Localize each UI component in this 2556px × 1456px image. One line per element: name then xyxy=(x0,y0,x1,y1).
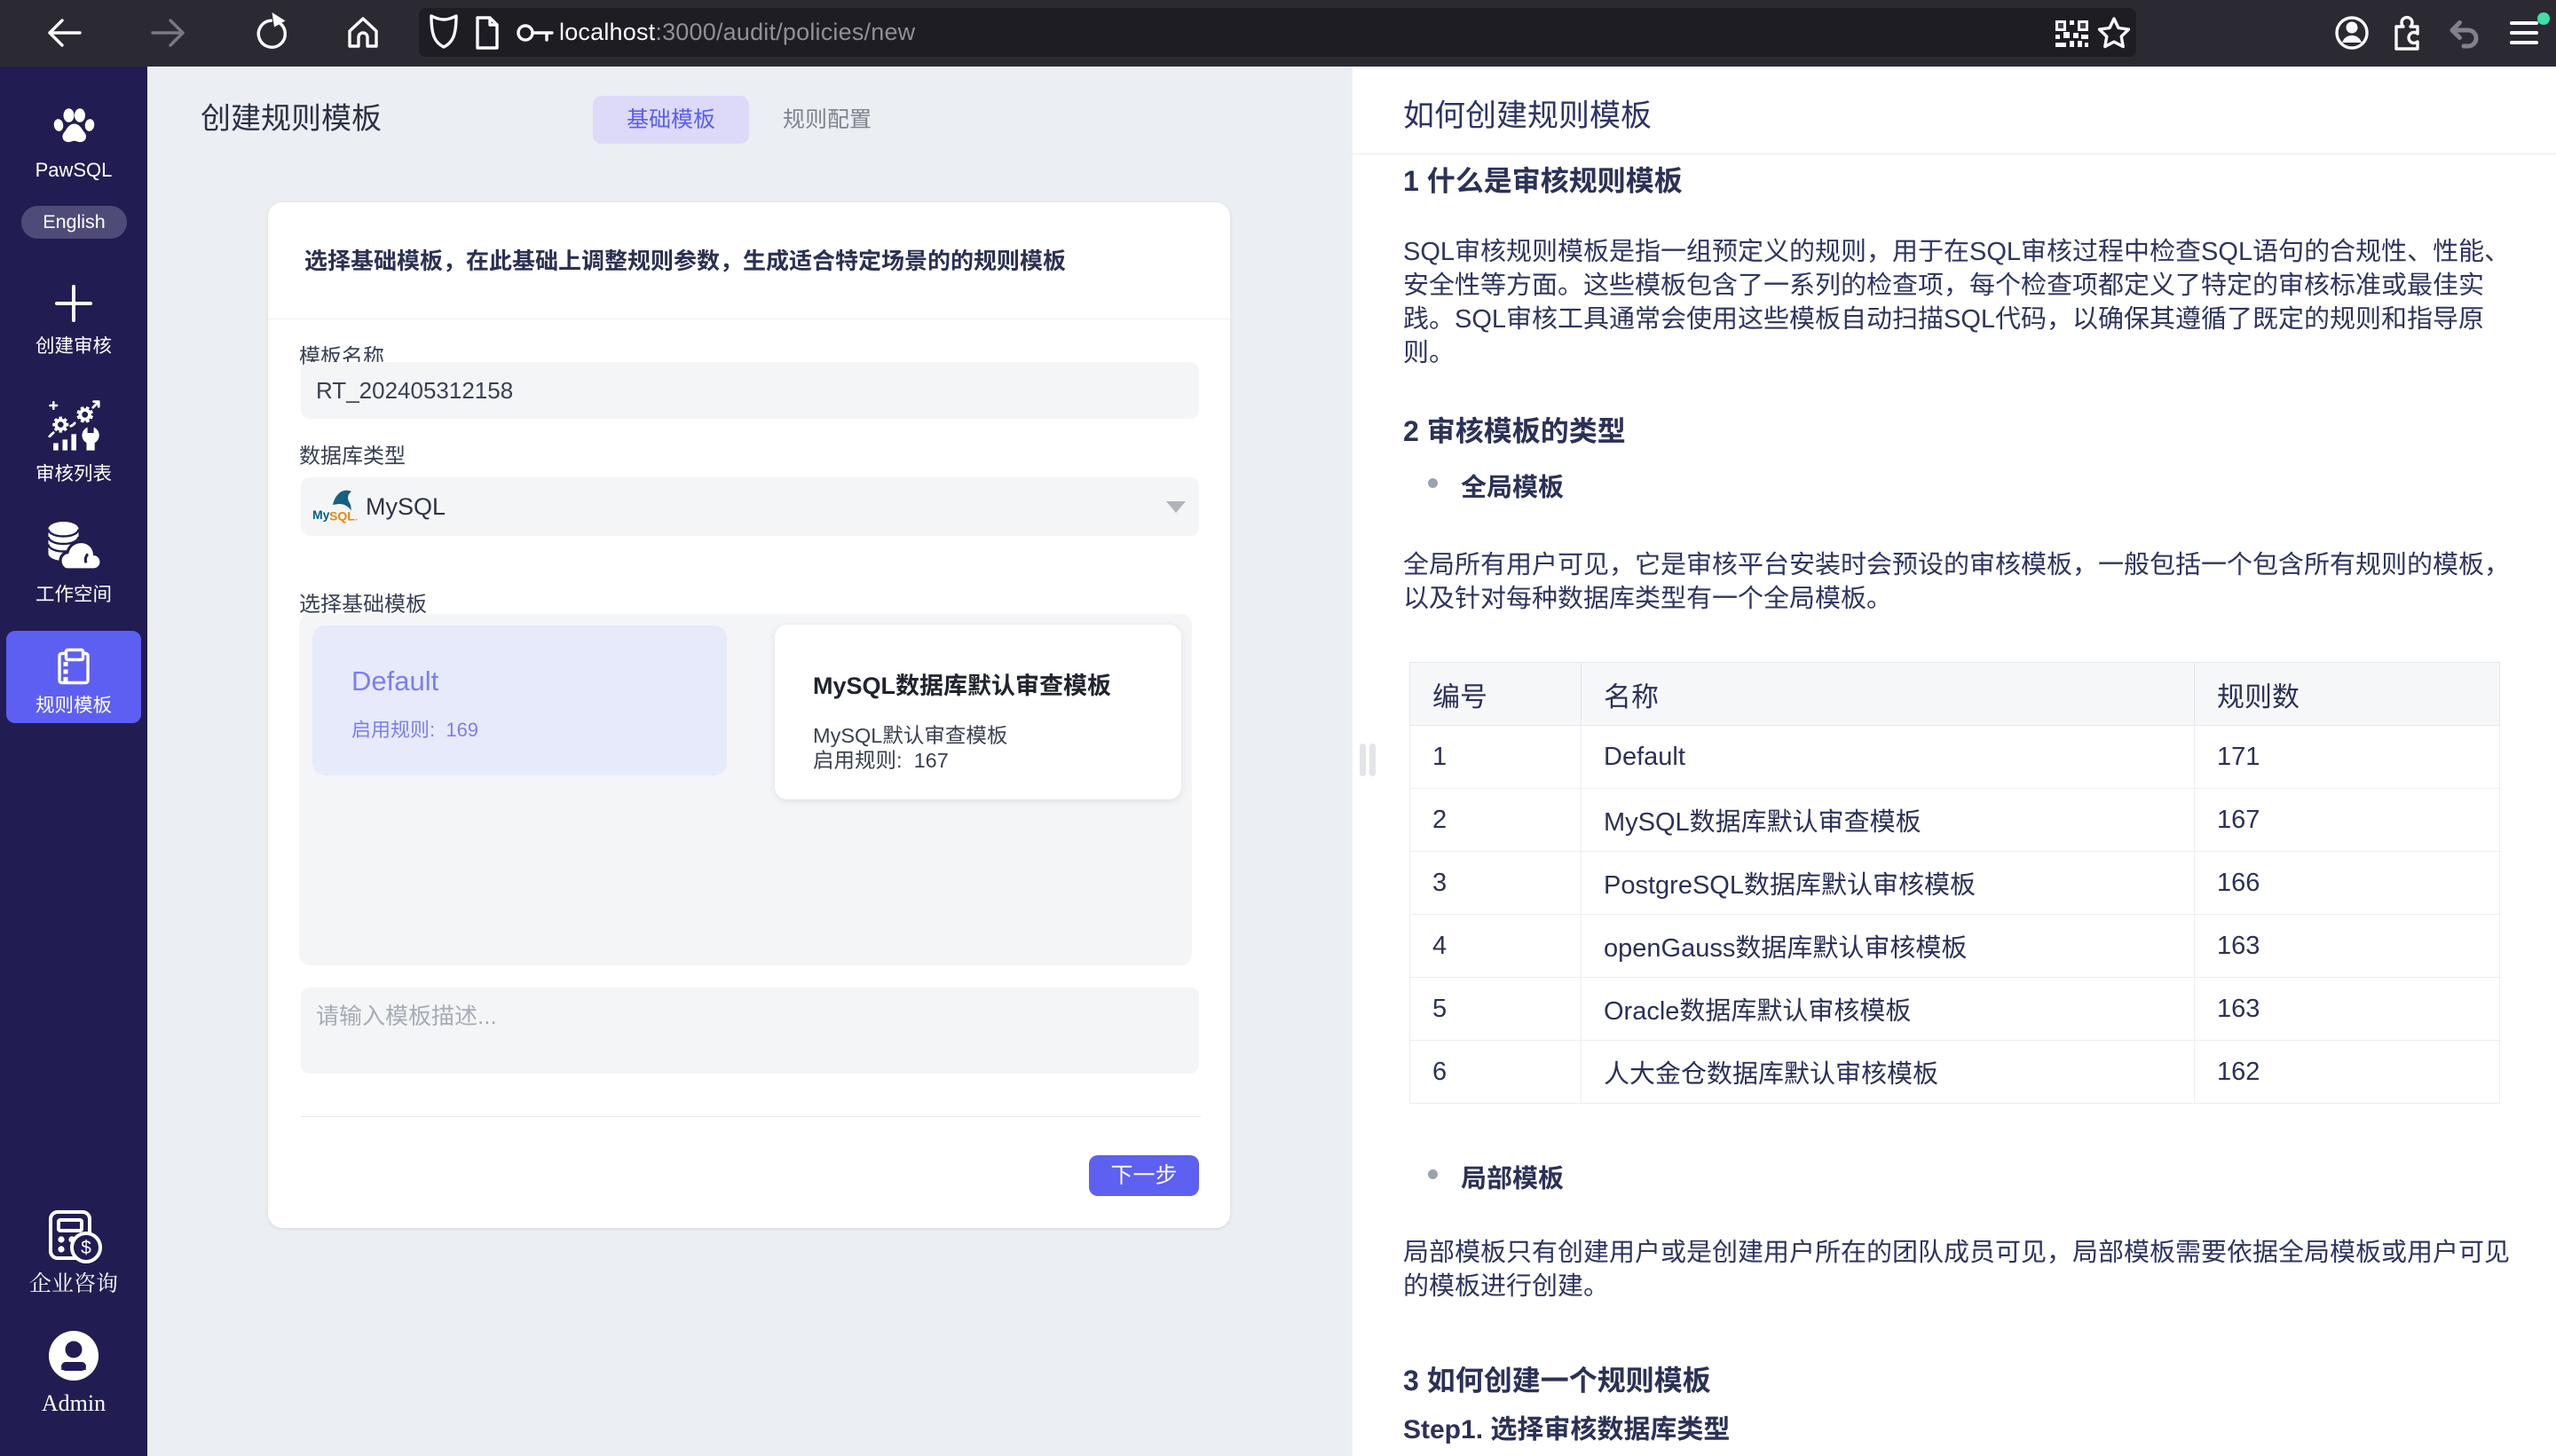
svg-text:SQL.: SQL. xyxy=(329,509,358,523)
svg-text:My: My xyxy=(312,508,330,522)
svg-text:$: $ xyxy=(81,1238,91,1258)
